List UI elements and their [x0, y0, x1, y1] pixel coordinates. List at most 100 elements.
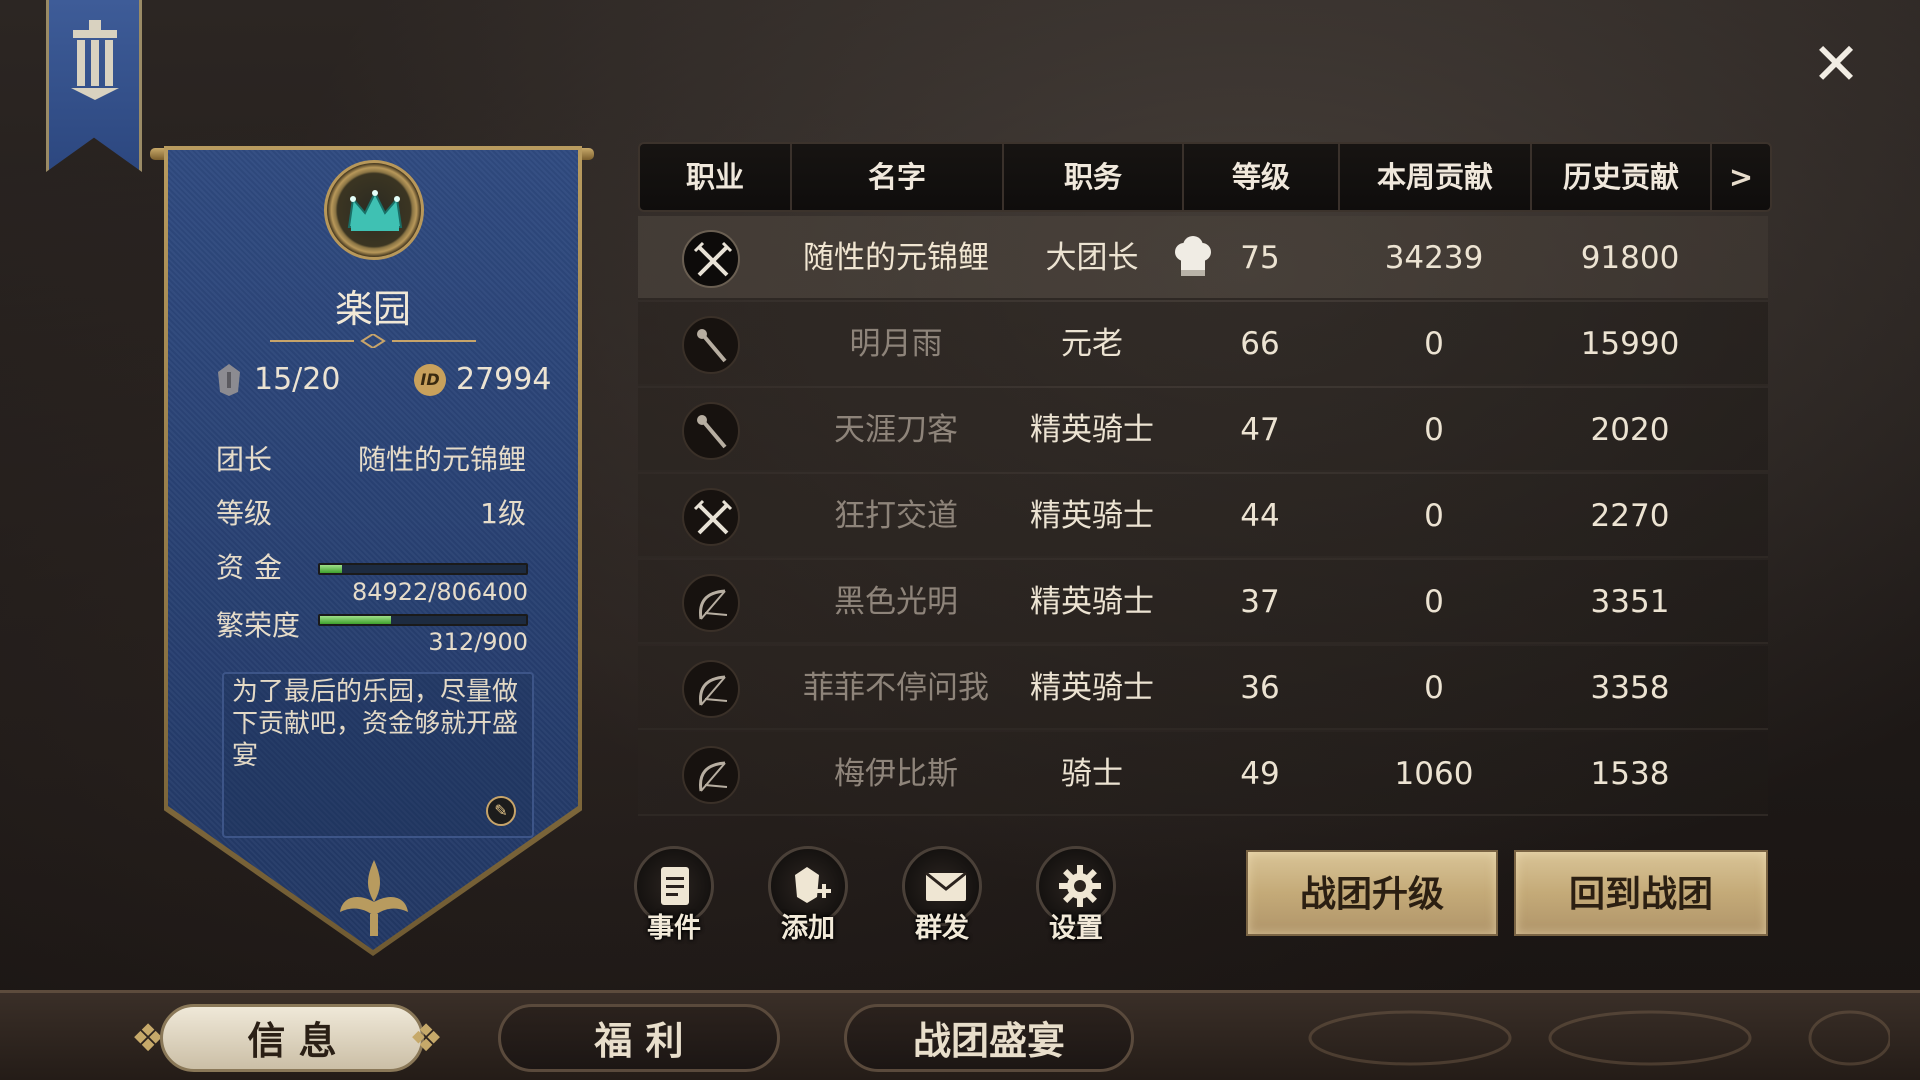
- member-name: 随性的元锦鲤: [803, 240, 989, 276]
- header-role[interactable]: 职务: [1004, 144, 1184, 210]
- id-badge-icon: ID: [414, 364, 446, 396]
- mail-icon: [925, 871, 967, 901]
- tab-bar-ornament: [1308, 1010, 1890, 1066]
- funds-label: 资金: [216, 551, 293, 584]
- header-weekly-contribution[interactable]: 本周贡献: [1340, 144, 1532, 210]
- add-user-icon: [795, 867, 831, 903]
- settings-label: 设置: [1049, 913, 1103, 944]
- header-total-contribution[interactable]: 历史贡献: [1532, 144, 1712, 210]
- leader-value: 随性的元锦鲤: [357, 443, 526, 476]
- prosperity-label: 繁荣度: [216, 609, 301, 642]
- member-name: 菲菲不停问我: [803, 670, 989, 706]
- more-columns-button[interactable]: >: [1712, 144, 1770, 210]
- guild-upgrade-button[interactable]: 战团升级: [1246, 850, 1498, 936]
- member-total-contribution: 3358: [1590, 670, 1670, 706]
- member-role: 大团长: [1045, 240, 1139, 276]
- guild-emblem: [324, 160, 424, 260]
- member-role: 精英骑士: [1030, 498, 1154, 534]
- members-table-header: 职业 名字 职务 等级 本周贡献 历史贡献 >: [638, 142, 1772, 212]
- member-name: 梅伊比斯: [834, 756, 958, 792]
- member-total-contribution: 1538: [1590, 756, 1670, 792]
- level-value: 1级: [480, 497, 526, 530]
- mass-mail-label: 群发: [915, 913, 969, 944]
- member-weekly-contribution: 34239: [1384, 240, 1484, 276]
- pencil-icon: ✎: [494, 801, 508, 820]
- return-to-guild-button[interactable]: 回到战团: [1514, 850, 1768, 936]
- guild-notice-text: 为了最后的乐园，尽量做下贡献吧，资金够就开盛宴: [232, 677, 519, 771]
- table-row[interactable]: 狂打交道 精英骑士 44 0 2270: [638, 474, 1768, 558]
- member-count: 15/20: [254, 362, 341, 397]
- ornament-divider: [270, 334, 476, 348]
- funds-value: 84922/806400: [351, 578, 528, 606]
- funds-progress-bar: [318, 563, 528, 575]
- table-row[interactable]: 随性的元锦鲤 大团长 75 34239 91800: [638, 216, 1768, 300]
- member-total-contribution: 2270: [1590, 498, 1670, 534]
- table-row[interactable]: 菲菲不停问我 精英骑士 36 0 3358: [638, 646, 1768, 730]
- header-level[interactable]: 等级: [1184, 144, 1340, 210]
- member-level: 36: [1240, 670, 1280, 706]
- guild-name: 楽园: [334, 287, 411, 331]
- member-level: 49: [1240, 756, 1280, 792]
- close-icon: ✕: [1811, 30, 1861, 98]
- document-icon: [661, 867, 689, 905]
- tab-welfare[interactable]: 福 利: [498, 1004, 780, 1072]
- member-level: 47: [1240, 412, 1280, 448]
- member-role: 精英骑士: [1030, 412, 1154, 448]
- staff-icon: [682, 402, 740, 460]
- prosperity-progress-fill: [320, 616, 392, 624]
- fleur-ornament-icon: [340, 860, 408, 936]
- members-helmet-icon: [218, 364, 240, 396]
- table-row[interactable]: 明月雨 元老 66 0 15990: [638, 302, 1768, 386]
- member-weekly-contribution: 0: [1424, 670, 1444, 706]
- bow-icon: [682, 574, 740, 632]
- header-name[interactable]: 名字: [792, 144, 1004, 210]
- member-total-contribution: 15990: [1580, 326, 1680, 362]
- bow-icon: [682, 746, 740, 804]
- member-name: 明月雨: [849, 326, 943, 362]
- header-job[interactable]: 职业: [640, 144, 792, 210]
- member-total-contribution: 91800: [1580, 240, 1680, 276]
- gear-icon: [1059, 865, 1101, 907]
- table-row[interactable]: 黑色光明 精英骑士 37 0 3351: [638, 560, 1768, 644]
- guild-id: 27994: [456, 362, 552, 397]
- close-button[interactable]: ✕: [1810, 35, 1862, 93]
- staff-icon: [682, 316, 740, 374]
- crossed-swords-icon: [682, 488, 740, 546]
- level-label: 等级: [216, 497, 273, 530]
- crossed-swords-icon: [682, 230, 740, 288]
- member-total-contribution: 2020: [1590, 412, 1670, 448]
- member-weekly-contribution: 0: [1424, 326, 1444, 362]
- member-weekly-contribution: 0: [1424, 412, 1444, 448]
- member-role: 骑士: [1061, 756, 1123, 792]
- guild-ribbon-tab[interactable]: [46, 0, 142, 172]
- member-level: 37: [1240, 584, 1280, 620]
- tab-info[interactable]: 信 息: [160, 1004, 424, 1072]
- chef-hat-icon: [1172, 236, 1214, 280]
- member-level: 66: [1240, 326, 1280, 362]
- member-role: 精英骑士: [1030, 584, 1154, 620]
- bow-icon: [682, 660, 740, 718]
- member-weekly-contribution: 0: [1424, 498, 1444, 534]
- crown-icon: [347, 190, 403, 231]
- member-name: 狂打交道: [834, 498, 958, 534]
- table-row[interactable]: 梅伊比斯 骑士 49 1060 1538: [638, 732, 1768, 816]
- add-label: 添加: [781, 913, 835, 944]
- events-label: 事件: [647, 913, 701, 944]
- leader-label: 团长: [216, 443, 273, 476]
- member-name: 黑色光明: [834, 584, 958, 620]
- prosperity-value: 312/900: [428, 628, 528, 656]
- member-role: 元老: [1061, 326, 1123, 362]
- table-row[interactable]: 天涯刀客 精英骑士 47 0 2020: [638, 388, 1768, 472]
- prosperity-progress-bar: [318, 614, 528, 626]
- edit-notice-button[interactable]: ✎: [486, 796, 516, 826]
- funds-progress-fill: [320, 565, 342, 573]
- castle-banner-icon: [71, 20, 119, 100]
- tab-guild-feast[interactable]: 战团盛宴: [844, 1004, 1134, 1072]
- member-weekly-contribution: 0: [1424, 584, 1444, 620]
- member-level: 44: [1240, 498, 1280, 534]
- member-weekly-contribution: 1060: [1394, 756, 1474, 792]
- tab-ornament-right: ❖: [408, 1016, 444, 1060]
- member-total-contribution: 3351: [1590, 584, 1670, 620]
- member-role: 精英骑士: [1030, 670, 1154, 706]
- member-name: 天涯刀客: [834, 412, 958, 448]
